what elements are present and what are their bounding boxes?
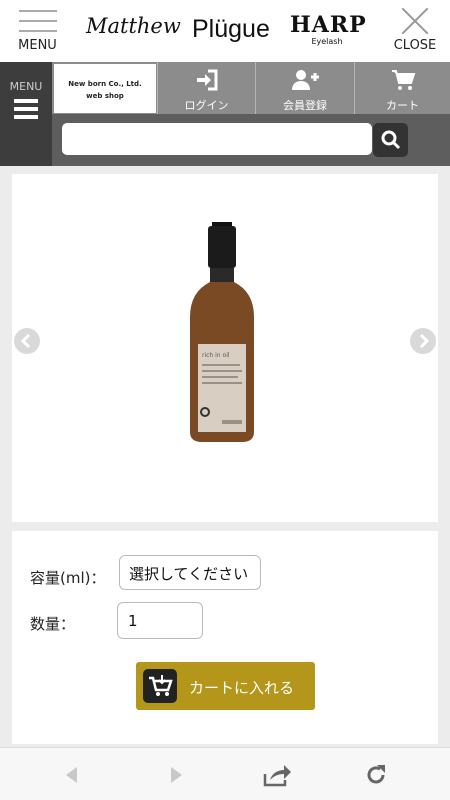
browser-forward-button[interactable] xyxy=(163,762,189,788)
harp-logo-text: HARP xyxy=(290,12,367,38)
search-icon xyxy=(381,130,401,150)
brand-plugue-logo[interactable]: Plügue xyxy=(192,15,270,44)
side-menu-label: MENU xyxy=(9,80,43,93)
browser-reload-button[interactable] xyxy=(363,762,389,788)
add-to-cart-icon xyxy=(143,669,177,703)
harp-logo-subtext: Eyelash xyxy=(311,37,343,46)
browser-back-button[interactable] xyxy=(59,762,85,788)
chevron-left-icon xyxy=(20,333,31,349)
capacity-label: 容量(ml)： xyxy=(30,569,106,587)
close-icon xyxy=(400,6,430,36)
back-arrow-icon xyxy=(66,767,77,783)
login-button[interactable]: ログイン xyxy=(157,62,255,114)
carousel-prev-button[interactable] xyxy=(14,328,40,354)
forward-arrow-icon xyxy=(171,767,182,783)
search-input[interactable] xyxy=(62,123,372,155)
shop-logo-webshop: web shop xyxy=(86,92,124,100)
side-menu-button[interactable]: MENU xyxy=(0,62,52,166)
quantity-input[interactable]: 1 xyxy=(117,602,203,639)
login-label: ログイン xyxy=(184,99,229,112)
add-user-icon xyxy=(256,68,354,94)
capacity-select[interactable]: 選択してください xyxy=(119,555,261,590)
menu-button[interactable]: MENU xyxy=(10,6,65,56)
menu-label: MENU xyxy=(18,38,57,53)
quantity-label: 数量： xyxy=(30,615,76,633)
hamburger-icon xyxy=(14,99,38,119)
add-to-cart-button[interactable]: カートに入れる xyxy=(136,662,315,710)
order-form: 容量(ml)： 選択してください 数量： 1 カートに入れる xyxy=(12,531,438,744)
register-label: 会員登録 xyxy=(283,99,327,112)
share-icon xyxy=(263,765,291,787)
brand-harp-logo[interactable]: HARP Eyelash xyxy=(290,12,367,46)
reload-icon xyxy=(367,765,385,784)
bottle-label-text: rich in oil xyxy=(202,352,230,359)
cart-nav-button[interactable]: カート xyxy=(354,62,450,114)
login-icon xyxy=(158,68,255,94)
close-button[interactable]: CLOSE xyxy=(386,6,444,56)
add-to-cart-label: カートに入れる xyxy=(189,679,295,697)
cart-nav-label: カート xyxy=(386,99,419,112)
browser-share-button[interactable] xyxy=(262,762,291,788)
close-label: CLOSE xyxy=(393,38,437,53)
shop-logo-company: New born Co., Ltd. xyxy=(68,80,142,88)
cart-icon xyxy=(355,68,450,94)
search-button[interactable] xyxy=(373,123,408,157)
browser-toolbar xyxy=(0,747,450,800)
carousel-next-button[interactable] xyxy=(410,328,436,354)
chevron-right-icon xyxy=(419,333,430,349)
shop-logo[interactable]: New born Co., Ltd. web shop xyxy=(54,64,156,113)
brand-header: MENU Matthew Plügue HARP Eyelash CLOSE xyxy=(0,0,450,62)
register-button[interactable]: 会員登録 xyxy=(255,62,354,114)
product-image-carousel: rich in oil xyxy=(12,174,438,522)
brand-matthew-logo[interactable]: Matthew xyxy=(86,14,181,38)
amber-bottle-product-image: rich in oil xyxy=(190,222,254,442)
hamburger-icon xyxy=(18,10,57,32)
